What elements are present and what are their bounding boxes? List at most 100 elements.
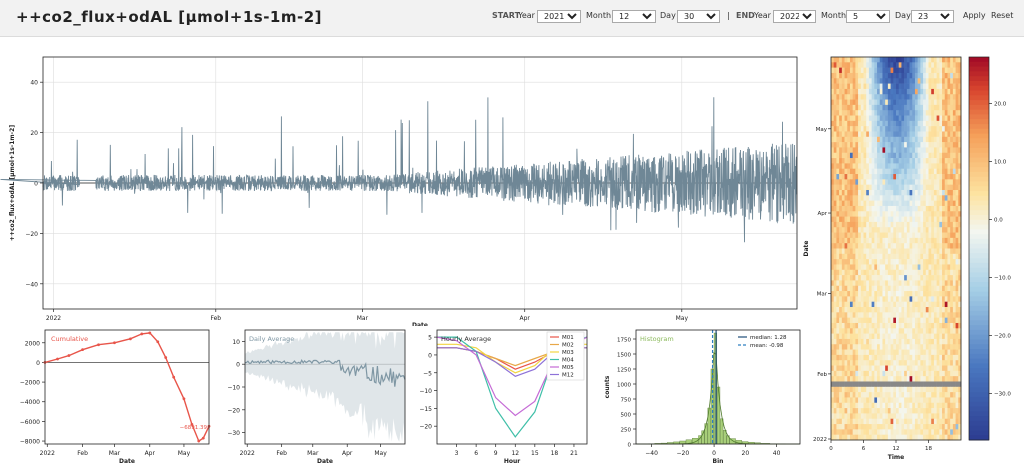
heatmap-cell [947,344,951,350]
heatmap-cell [874,392,878,398]
end-month-select[interactable]: 5 [846,10,890,23]
heatmap-cell [920,200,924,207]
heatmap-cell [841,88,845,95]
heatmap-cell [866,360,870,366]
heatmap-cell [839,312,843,318]
heatmap-cell [847,179,851,185]
heatmap-cell [844,184,848,191]
heatmap-cell [904,280,908,287]
heatmap-cell [901,285,905,292]
heatmap-cell [950,184,954,191]
colorbar-segment [969,195,989,202]
apply-button[interactable]: Apply [963,11,986,20]
heat-ylabel: Date [803,241,810,257]
heatmap-cell [909,365,913,372]
heatmap-cell [887,168,891,175]
heatmap-cell [901,211,905,217]
heatmap-cell [928,136,932,143]
heatmap-cell [871,211,875,217]
hourly-xlabel: Hour [504,458,520,465]
heatmap-cell [852,136,856,143]
heatmap-cell [931,57,935,63]
heatmap-cell [942,163,946,170]
heatmap-cell [879,312,883,318]
heatmap-cell [866,110,870,116]
heatmap-cell [866,168,870,175]
heatmap-cell [833,179,837,185]
heatmap-cell [950,158,954,164]
heatmap-cell [877,57,881,63]
heatmap-cell [939,243,943,249]
heatmap-cell [955,344,959,350]
colorbar-segment [969,339,989,345]
heatmap-cell [852,110,856,116]
heatmap-cell [890,131,894,138]
heatmap-cell [950,259,954,265]
heatmap-cell [868,312,872,318]
heatmap-cell [847,349,851,356]
heatmap-cell [885,370,889,377]
heatmap-cell [923,275,927,281]
heatmap-cell [863,397,867,404]
heatmap-cell [914,338,918,345]
heatmap-cell [936,78,940,84]
heatmap-cell [874,434,878,441]
start-month-select[interactable]: 12 [612,10,656,23]
heatmap-cell [877,120,881,127]
ts-xtick-label: Apr [520,315,531,322]
heatmap-cell [942,397,946,404]
heatmap-cell [901,237,905,244]
heatmap-cell [874,349,878,356]
heatmap-cell [877,424,881,430]
heatmap-cell [893,179,897,185]
heatmap-cell [952,392,956,398]
heatmap-cell [855,354,859,361]
heatmap-cell [912,307,916,313]
heatmap-cell [866,179,870,185]
heatmap-cell [936,152,940,159]
heatmap-cell [944,418,948,425]
heatmap-cell [847,365,851,372]
start-day-select[interactable]: 30 [677,10,720,23]
heatmap-cell [847,418,851,425]
start-year-select[interactable]: 2021 [537,10,581,23]
end-day-select[interactable]: 23 [911,10,954,23]
heatmap-cell [871,424,875,430]
heatmap-cell [868,110,872,116]
heatmap-cell [860,237,864,244]
heatmap-cell [944,307,948,313]
heatmap-cell [836,354,840,361]
heatmap-cell [877,243,881,249]
heatmap-cell [852,386,856,393]
end-year-select[interactable]: 2022 [773,10,816,23]
heatmap-cell [893,360,897,366]
heatmap-cell [898,312,902,318]
heatmap-cell [942,248,946,255]
heatmap-cell [942,78,946,84]
heatmap-cell [936,418,940,425]
reset-button[interactable]: Reset [991,11,1013,20]
heatmap-cell [904,104,908,111]
heatmap-cell [898,264,902,271]
heatmap-cell [847,211,851,217]
cum-point [129,337,132,341]
heatmap-cell [882,110,886,116]
heatmap-cell [942,200,946,207]
start-label: START [492,11,521,20]
heatmap-cell [901,296,905,302]
heatmap-cell [855,110,859,116]
heatmap-cell [874,78,878,84]
heatmap-cell [841,110,845,116]
heatmap-cell [882,333,886,340]
heatmap-cell [863,67,867,74]
heatmap-cell [893,158,897,164]
heatmap-cell [839,328,843,334]
heatmap-cell [874,237,878,244]
heatmap-cell [836,280,840,287]
heatmap-cell [914,360,918,366]
heatmap-cell [890,67,894,74]
heatmap-cell [920,94,924,100]
ts-xtick-label: May [676,315,689,322]
heatmap-cell [866,280,870,287]
heatmap-cell [914,142,918,148]
